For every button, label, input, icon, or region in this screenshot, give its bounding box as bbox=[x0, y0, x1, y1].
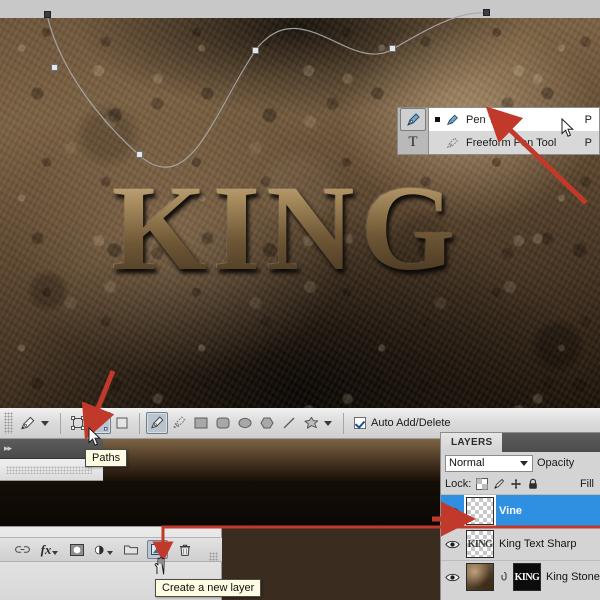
layer-mask-button[interactable] bbox=[66, 540, 87, 559]
layer-mask-thumbnail[interactable]: KING bbox=[513, 563, 541, 591]
mouse-cursor-arrow bbox=[88, 427, 102, 447]
layer-row-vine[interactable]: Vine bbox=[441, 494, 600, 527]
path-anchor-point[interactable] bbox=[389, 45, 396, 52]
ellipse-tool-button[interactable] bbox=[234, 412, 256, 434]
layer-thumbnail[interactable] bbox=[466, 563, 494, 591]
custom-shape-tool-button[interactable] bbox=[300, 412, 322, 434]
options-bar-separator bbox=[343, 413, 344, 434]
document-canvas[interactable]: KING KING bbox=[0, 0, 600, 408]
delete-layer-button[interactable] bbox=[174, 540, 195, 559]
mouse-cursor-hand bbox=[152, 556, 168, 576]
path-anchor-point[interactable] bbox=[252, 47, 259, 54]
shape-layers-button[interactable] bbox=[67, 412, 89, 434]
blend-mode-value: Normal bbox=[449, 457, 484, 469]
options-bar-separator bbox=[139, 413, 140, 434]
canvas-bleed-region bbox=[103, 439, 440, 481]
rectangle-tool-button[interactable] bbox=[190, 412, 212, 434]
transparency-checker bbox=[467, 498, 493, 524]
layer-style-button[interactable]: fx bbox=[39, 540, 60, 559]
lock-position-icon[interactable] bbox=[510, 478, 522, 490]
path-anchor-point[interactable] bbox=[51, 64, 58, 71]
options-bar-separator bbox=[60, 413, 61, 434]
lock-label: Lock: bbox=[445, 478, 471, 490]
layer-row-king-text-sharp[interactable]: KING King Text Sharp bbox=[441, 527, 600, 560]
fill-pixels-button[interactable] bbox=[111, 412, 133, 434]
tooltip-paths: Paths bbox=[85, 449, 127, 467]
path-anchor-point[interactable] bbox=[483, 9, 490, 16]
tooltip-create-new-layer: Create a new layer bbox=[155, 579, 261, 597]
type-tool-icon[interactable]: T bbox=[400, 131, 426, 154]
lock-row[interactable]: Lock: Fill bbox=[441, 474, 600, 494]
freeform-pen-tool-button[interactable] bbox=[168, 412, 190, 434]
custom-shape-caret-icon[interactable] bbox=[324, 421, 332, 426]
mask-link-icon[interactable] bbox=[499, 571, 508, 584]
adjustment-layer-button[interactable] bbox=[93, 540, 114, 559]
rounded-rectangle-tool-button[interactable] bbox=[212, 412, 234, 434]
link-layers-button[interactable] bbox=[12, 540, 33, 559]
mouse-cursor-arrow bbox=[561, 118, 575, 138]
blend-mode-row[interactable]: Normal Opacity bbox=[441, 452, 600, 474]
flyout-item-shortcut: P bbox=[585, 114, 592, 126]
path-anchor-point[interactable] bbox=[44, 11, 51, 18]
layer-name-label[interactable]: King Stone bbox=[546, 571, 600, 583]
panel-resize-grip[interactable] bbox=[209, 552, 218, 561]
lock-transparent-pixels-icon[interactable] bbox=[476, 478, 488, 490]
expand-panels-icon[interactable]: ▸▸ bbox=[4, 443, 11, 454]
pen-tool-button[interactable] bbox=[146, 412, 168, 434]
toolbar-tool-column[interactable]: T bbox=[397, 107, 428, 155]
path-anchor-point[interactable] bbox=[136, 151, 143, 158]
line-tool-button[interactable] bbox=[278, 412, 300, 434]
layer-thumbnail[interactable]: KING bbox=[466, 530, 494, 558]
thumbnail-artwork-text: KING bbox=[467, 531, 493, 557]
chevron-down-icon[interactable] bbox=[520, 461, 528, 466]
tool-preset-picker[interactable] bbox=[17, 412, 39, 434]
layers-panel-bottom-toolbar[interactable]: fx bbox=[0, 537, 222, 562]
pen-tool-icon bbox=[445, 113, 461, 127]
layer-thumbnail[interactable] bbox=[466, 497, 494, 525]
blend-mode-select[interactable]: Normal bbox=[445, 455, 533, 472]
layers-panel[interactable]: LAYERS Normal Opacity Lock: bbox=[440, 432, 600, 600]
fill-label: Fill bbox=[580, 478, 594, 490]
freeform-pen-tool-icon bbox=[445, 136, 461, 150]
tool-preset-caret-icon[interactable] bbox=[41, 421, 49, 426]
layer-name-label[interactable]: Vine bbox=[499, 505, 522, 517]
king-artwork-text: KING bbox=[112, 168, 461, 290]
new-group-button[interactable] bbox=[120, 540, 141, 559]
layer-row-king-stone[interactable]: KING King Stone bbox=[441, 560, 600, 593]
opacity-label: Opacity bbox=[537, 457, 574, 469]
lock-image-pixels-icon[interactable] bbox=[493, 478, 505, 490]
auto-add-delete-option[interactable]: Auto Add/Delete bbox=[354, 417, 451, 429]
flyout-item-label: Pen Tool bbox=[466, 114, 509, 126]
flyout-item-label: Freeform Pen Tool bbox=[466, 137, 556, 149]
lock-all-icon[interactable] bbox=[527, 478, 539, 490]
mask-artwork-text: KING bbox=[514, 564, 540, 590]
layer-name-label[interactable]: King Text Sharp bbox=[499, 538, 576, 550]
tab-layers[interactable]: LAYERS bbox=[441, 433, 502, 452]
eye-icon[interactable] bbox=[444, 506, 461, 517]
auto-add-delete-label: Auto Add/Delete bbox=[371, 417, 451, 429]
selected-bullet-icon bbox=[435, 117, 440, 122]
canvas-bleed-lower bbox=[0, 481, 440, 526]
flyout-item-shortcut: P bbox=[585, 137, 592, 149]
options-bar-gripper[interactable] bbox=[4, 412, 13, 434]
thumbnail-rock-texture bbox=[467, 564, 493, 590]
layers-panel-tab-row[interactable]: LAYERS bbox=[441, 433, 600, 452]
auto-add-delete-checkbox[interactable] bbox=[354, 417, 366, 429]
polygon-tool-button[interactable] bbox=[256, 412, 278, 434]
eye-icon[interactable] bbox=[444, 572, 461, 583]
eye-icon[interactable] bbox=[444, 539, 461, 550]
pen-tool-icon[interactable] bbox=[400, 108, 426, 131]
